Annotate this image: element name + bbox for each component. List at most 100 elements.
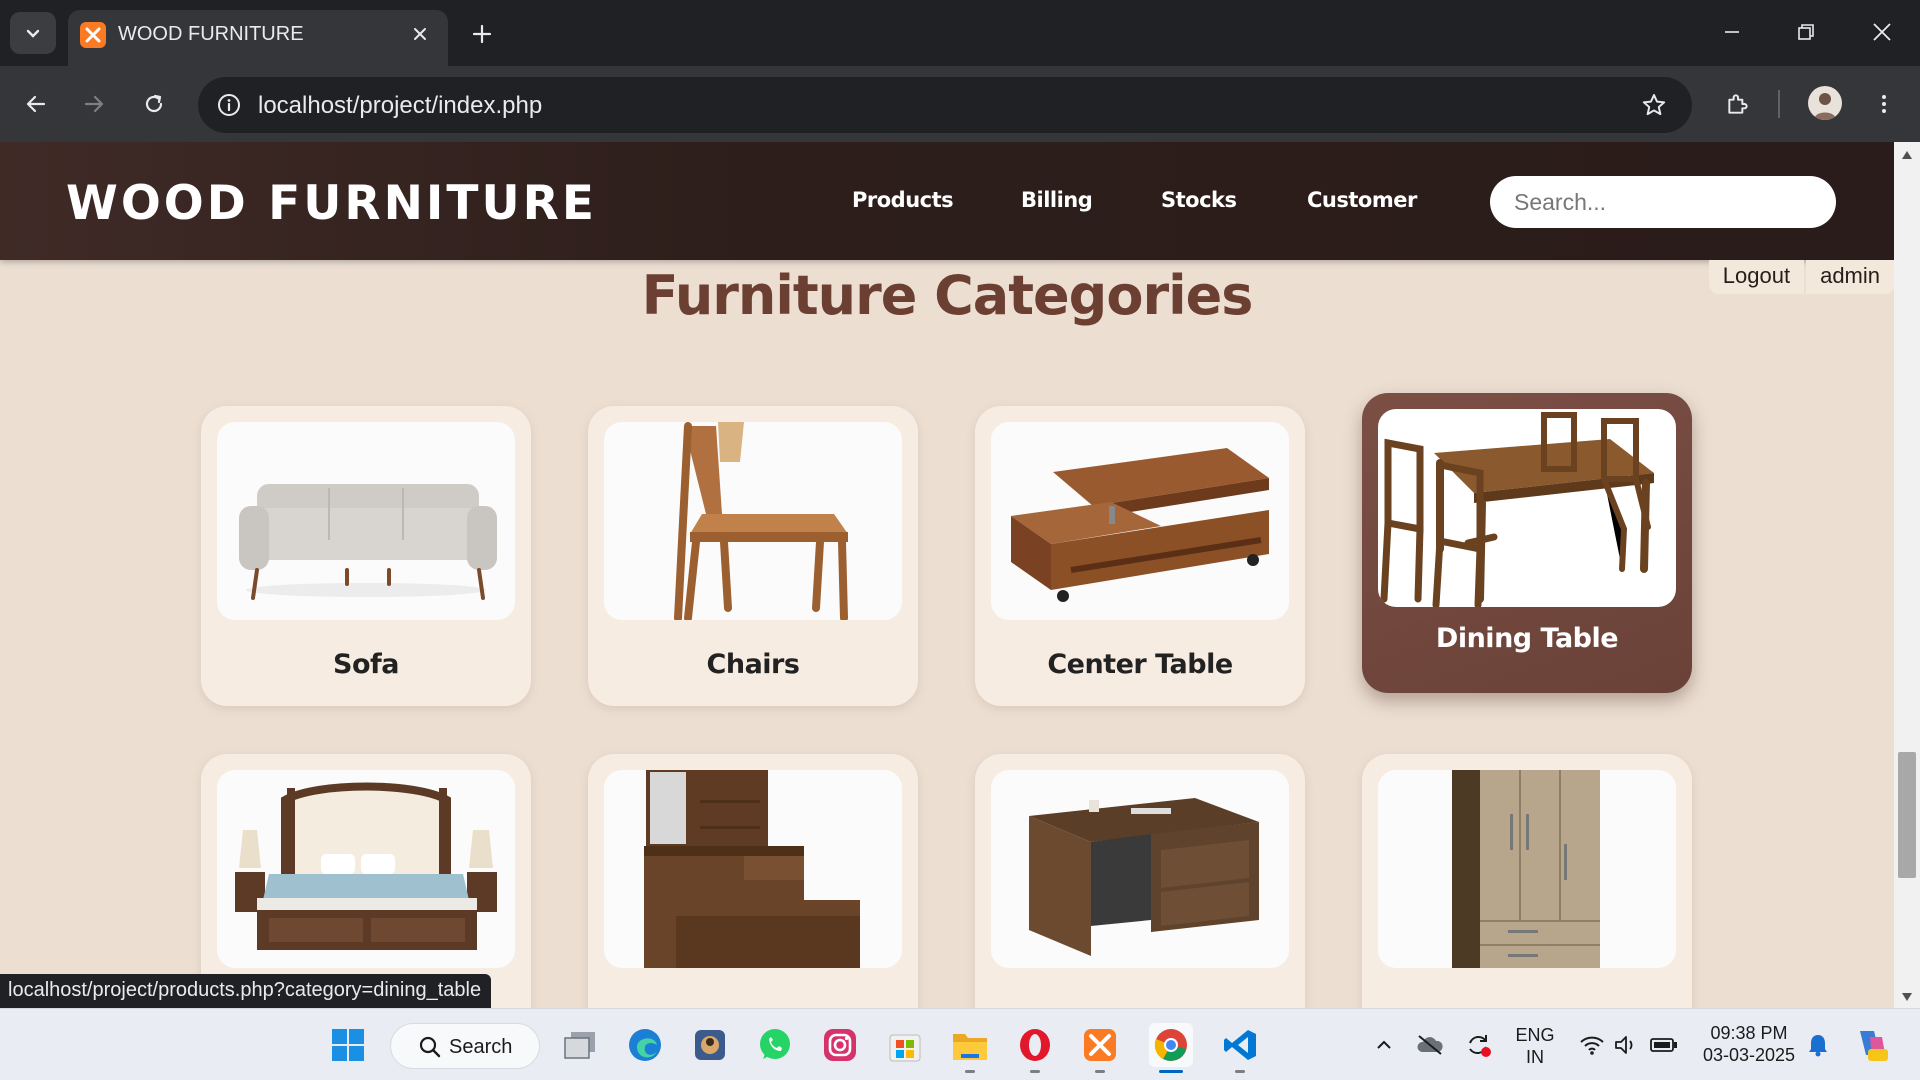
xampp-favicon-icon (80, 22, 106, 48)
language-code: ENG (1515, 1025, 1555, 1045)
url-text[interactable]: localhost/project/index.php (258, 92, 542, 120)
browser-tab[interactable]: WOOD FURNITURE (68, 10, 448, 66)
battery-icon (1650, 1038, 1677, 1052)
speaker-icon (1615, 1036, 1633, 1054)
forward-button[interactable] (72, 82, 116, 126)
page-scrollbar[interactable] (1894, 142, 1920, 1008)
nav-customer[interactable]: Customer (1307, 188, 1417, 212)
category-card-chairs[interactable]: Chairs (588, 406, 918, 706)
category-label: Dining Table (1435, 623, 1619, 654)
minimize-button[interactable] (1704, 10, 1760, 54)
copilot-icon (1860, 1031, 1888, 1061)
chevron-up-icon (1377, 1040, 1391, 1049)
category-card-dining-table[interactable]: Dining Table (1362, 393, 1692, 693)
windows-taskbar: Search ENG IN 09:38 PM 03-03-2025 (0, 1008, 1920, 1080)
vscode-icon (1224, 1030, 1256, 1060)
sync-status[interactable] (1456, 1023, 1500, 1067)
bed-image (217, 770, 515, 968)
task-view-button[interactable] (558, 1023, 602, 1067)
restore-button[interactable] (1778, 10, 1834, 54)
cloud-offline-icon (1417, 1035, 1443, 1055)
dressing-table-image (604, 770, 902, 968)
link-status-bubble: localhost/project/products.php?category=… (0, 974, 492, 1008)
scroll-up-arrow-icon[interactable] (1894, 144, 1920, 166)
close-window-button[interactable] (1854, 10, 1910, 54)
minimize-icon (1725, 31, 1739, 33)
chrome-app[interactable] (1149, 1023, 1193, 1073)
nav-products[interactable]: Products (852, 188, 954, 212)
battery-button[interactable] (1642, 1023, 1686, 1067)
tab-search-button[interactable] (10, 12, 56, 54)
whatsapp-icon (760, 1029, 790, 1059)
app-running-indicator (1235, 1070, 1245, 1073)
opera-icon (1020, 1029, 1050, 1061)
profile-avatar-icon[interactable] (1808, 86, 1842, 120)
clock-time: 09:38 PM (1710, 1023, 1788, 1043)
new-tab-button[interactable] (462, 14, 502, 54)
back-button[interactable] (14, 82, 58, 126)
category-card-wardrobe[interactable] (1362, 754, 1692, 1008)
clock[interactable]: 09:38 PM 03-03-2025 (1694, 1022, 1804, 1066)
start-button[interactable] (326, 1023, 370, 1067)
show-hidden-icons-button[interactable] (1362, 1023, 1406, 1067)
site-info-icon[interactable] (214, 90, 244, 120)
restore-icon (1798, 24, 1814, 40)
page-viewport: WOOD FURNITURE Products Billing Stocks C… (0, 142, 1894, 1008)
category-label: Sofa (333, 649, 399, 680)
site-search-input[interactable] (1490, 176, 1836, 228)
writing-table-image (991, 770, 1289, 968)
category-card-writing-table[interactable] (975, 754, 1305, 1008)
arrow-right-icon (84, 95, 104, 113)
category-card-dressing-table[interactable] (588, 754, 918, 1008)
arrow-left-icon (26, 95, 46, 113)
app-running-indicator (1030, 1070, 1040, 1073)
bookmark-star-icon[interactable] (1638, 89, 1670, 121)
center-table-image (991, 422, 1289, 620)
nav-billing[interactable]: Billing (1021, 188, 1093, 212)
category-card-sofa[interactable]: Sofa (201, 406, 531, 706)
folder-icon (953, 1034, 987, 1060)
scroll-thumb[interactable] (1898, 752, 1916, 878)
microsoft-store-app[interactable] (883, 1023, 927, 1067)
site-brand[interactable]: WOOD FURNITURE (66, 176, 597, 231)
vscode-app[interactable] (1218, 1023, 1262, 1073)
site-header: WOOD FURNITURE Products Billing Stocks C… (0, 142, 1894, 260)
photos-app[interactable] (688, 1023, 732, 1067)
task-view-icon (564, 1032, 595, 1059)
scroll-down-arrow-icon[interactable] (1894, 986, 1920, 1008)
dining-table-image (1378, 409, 1676, 607)
copilot-button[interactable] (1848, 1023, 1892, 1067)
photo-viewer-icon (695, 1030, 725, 1060)
close-icon (1873, 23, 1891, 41)
instagram-icon (824, 1029, 856, 1061)
notifications-button[interactable] (1796, 1023, 1840, 1067)
onedrive-status[interactable] (1408, 1023, 1452, 1067)
opera-app[interactable] (1013, 1023, 1057, 1073)
browser-tab-strip: WOOD FURNITURE (0, 0, 1920, 66)
sofa-image (217, 422, 515, 620)
xampp-app[interactable] (1078, 1023, 1122, 1073)
bell-icon (1809, 1035, 1827, 1057)
close-tab-icon[interactable] (406, 20, 434, 48)
whatsapp-app[interactable] (753, 1023, 797, 1067)
category-card-bed[interactable] (201, 754, 531, 1008)
address-bar[interactable]: localhost/project/index.php (198, 77, 1692, 133)
puzzle-icon (1728, 94, 1748, 114)
nav-stocks[interactable]: Stocks (1161, 188, 1237, 212)
search-icon (419, 1036, 441, 1058)
reload-button[interactable] (132, 82, 176, 126)
sync-alert-icon (1469, 1035, 1491, 1057)
browser-toolbar: localhost/project/index.php (0, 66, 1920, 142)
more-vertical-icon (1882, 95, 1886, 113)
taskbar-search-box[interactable]: Search (390, 1023, 540, 1069)
input-language-indicator[interactable]: ENG IN (1508, 1024, 1562, 1068)
wifi-icon (1580, 1036, 1604, 1055)
app-running-indicator (1095, 1070, 1105, 1073)
instagram-app[interactable] (818, 1023, 862, 1067)
browser-menu-button[interactable] (1862, 82, 1906, 126)
toolbar-divider (1778, 90, 1780, 118)
edge-app[interactable] (623, 1023, 667, 1067)
file-explorer-app[interactable] (948, 1023, 992, 1073)
category-card-center-table[interactable]: Center Table (975, 406, 1305, 706)
extensions-button[interactable] (1716, 82, 1760, 126)
